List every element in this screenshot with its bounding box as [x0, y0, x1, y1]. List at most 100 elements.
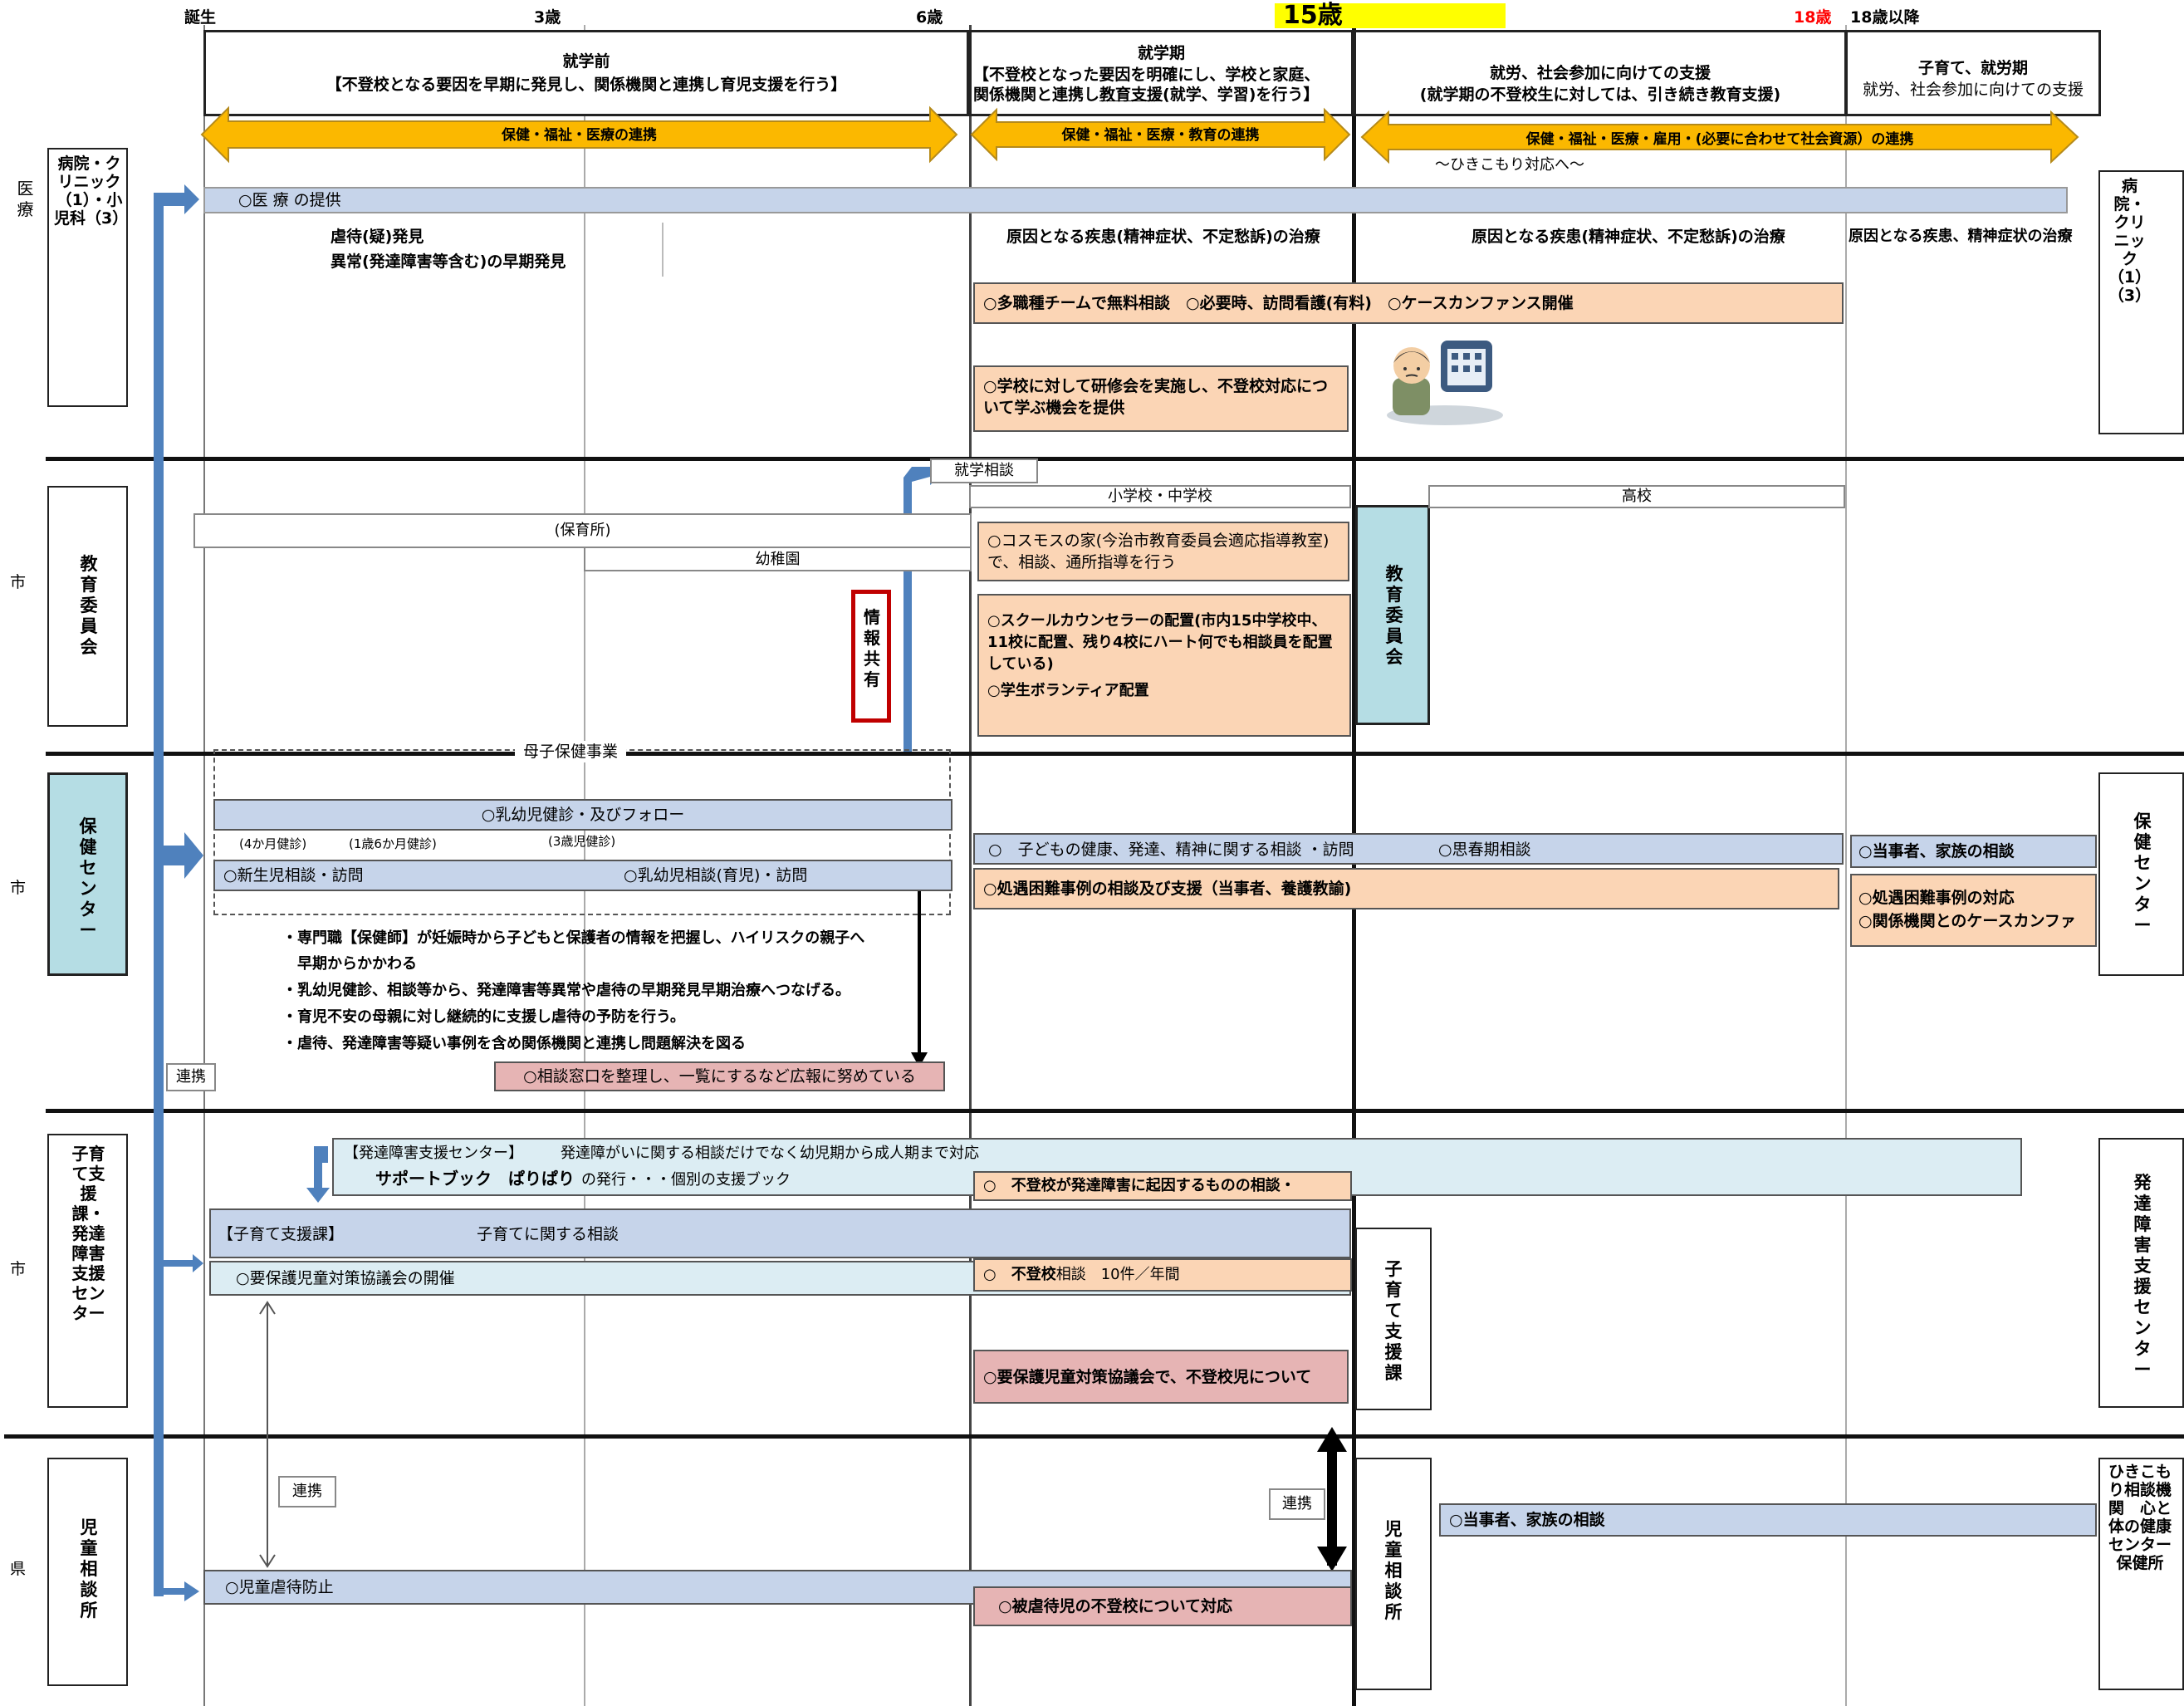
- education-high-bar: 高校: [1428, 485, 1845, 508]
- medical-cause-1: 原因となる疾患(精神症状、不定愁訴)の治療: [1006, 228, 1320, 246]
- row-side-label-prefecture: 県: [10, 1560, 27, 1578]
- org-label-medical: 病院・クリニック（1）・小児科（3）: [54, 154, 129, 228]
- prefecture-link-head-top: [1317, 1427, 1347, 1452]
- dev-absent-b: 不登校: [1011, 1266, 1056, 1283]
- dev-council2-box: ○要保護児童対策協議会で、不登校児について: [973, 1350, 1349, 1404]
- health-checkup-3y: (3歳児健診): [548, 834, 616, 849]
- pref-prevent-text: ○児童虐待防止: [225, 1578, 334, 1596]
- health-note-2: 早期からかかわる: [282, 955, 417, 973]
- medical-training-box: ○学校に対して研修会を実施し、不登校対応について学ぶ機会を提供: [973, 365, 1349, 432]
- health-child-text: ○ 子どもの健康、発達、精神に関する相談 ・訪問: [988, 841, 1354, 859]
- org-box-health-right: 保健センター: [2098, 772, 2184, 976]
- row-side-label-medical: 医療: [17, 179, 34, 219]
- org-label-development: 子育て支援課・発達障害支援センター: [71, 1144, 105, 1323]
- health-note-4: ・育児不安の母親に対し継続的に支援し虐待の予防を行う。: [282, 1008, 685, 1026]
- health-checkup-text: ○乳幼児健診・及びフォロー: [481, 806, 685, 824]
- medical-abuse-1: 虐待(疑)発見: [331, 228, 424, 246]
- medical-cause-2: 原因となる疾患(精神症状、不定愁訴)の治療: [1472, 228, 1785, 246]
- pref-link-text-1: 連携: [292, 1483, 322, 1500]
- org-box-development-mid: 子育て支援課: [1355, 1228, 1432, 1410]
- dev-cause-text: ○ 不登校が発達障害に起因するものの相談・: [983, 1177, 1295, 1194]
- health-checkup-1y6m: (1歳6か月健診): [349, 836, 437, 851]
- health-infant-text: ○乳幼児相談(育児)・訪問: [624, 866, 808, 885]
- education-nursery-bar: (保育所): [193, 513, 972, 548]
- medical-provide-text: ○医 療 の提供: [238, 191, 341, 209]
- pref-family-bar: ○当事者、家族の相談: [1439, 1503, 2097, 1537]
- info-share-text: 情報共有: [864, 607, 880, 689]
- maternal-program-label: 母子保健事業: [515, 741, 627, 762]
- dev-absent-line: ○ 不登校相談 10件／年間: [983, 1264, 1180, 1286]
- dev-book-name: サポートブック ぱりぱり: [375, 1169, 575, 1189]
- health-difficult2-box: ○処遇困難事例の対応 ○関係機関とのケースカンファ: [1850, 874, 2097, 947]
- org-label-development-right: 発達障害支援センター: [2133, 1173, 2152, 1380]
- health-checkup-bar: ○乳幼児健診・及びフォロー: [213, 799, 952, 831]
- education-high-text: 高校: [1622, 488, 1652, 505]
- connector-arrow-development: [164, 1254, 203, 1272]
- health-case-text: ○関係機関とのケースカンファ: [1858, 912, 2076, 930]
- education-counselor-box: ○スクールカウンセラーの配置(市内15中学校中、11校に配置、残り4校にハート何…: [977, 594, 1351, 737]
- org-label-health-right: 保健センター: [2133, 811, 2152, 935]
- health-window-box: ○相談窓口を整理し、一覧にするなど広報に努めている: [494, 1061, 945, 1091]
- org-box-education-mid: 教育委員会: [1355, 505, 1430, 725]
- org-box-development-right: 発達障害支援センター: [2098, 1138, 2184, 1408]
- dev-cause-box: ○ 不登校が発達障害に起因するものの相談・: [973, 1171, 1352, 1201]
- org-label-medical-right: 病院・クリニック（1）（3）: [2108, 177, 2152, 305]
- health-puberty-text: ○思春期相談: [1438, 841, 1531, 859]
- child-link-line: [267, 1304, 268, 1566]
- info-share-box: 情報共有: [851, 590, 891, 723]
- row-side-label-development: 市: [10, 1260, 27, 1278]
- education-cosmos-text: ○コスモスの家(今治市教育委員会適応指導教室)で、相談、通所指導を行う: [987, 532, 1329, 571]
- dev-book-desc: の発行・・・個別の支援ブック: [581, 1171, 791, 1189]
- education-consult-text: 就学相談: [954, 462, 1014, 479]
- org-box-development: 子育て支援課・発達障害支援センター: [47, 1134, 128, 1408]
- org-label-prefecture-mid: 児童相談所: [1384, 1519, 1403, 1622]
- health-family-text: ○当事者、家族の相談: [1858, 842, 2015, 860]
- row-side-label-education: 市: [10, 573, 27, 591]
- dev-center-text: 【発達障害支援センター】 発達障がいに関する相談だけでなく幼児期から成人期まで対…: [344, 1145, 979, 1162]
- health-child-bar: ○ 子どもの健康、発達、精神に関する相談 ・訪問 ○思春期相談: [973, 833, 1844, 865]
- dev-absent-a: ○: [983, 1266, 1011, 1283]
- dev-council2-text: ○要保護児童対策協議会で、不登校児について: [983, 1368, 1312, 1386]
- education-kinder-bar: 幼稚園: [584, 547, 972, 571]
- info-share-arrow: [903, 458, 945, 752]
- pref-abused-text: ○被虐待児の不登校について対応: [998, 1597, 1233, 1615]
- dev-absent-c: 相談 10件／年間: [1055, 1266, 1180, 1283]
- education-elem-text: 小学校・中学校: [1108, 488, 1212, 505]
- pref-link-text-2: 連携: [1282, 1495, 1312, 1512]
- education-counselor-text-2: ○学生ボランティア配置: [987, 682, 1149, 699]
- education-consult-tab[interactable]: 就学相談: [930, 458, 1038, 483]
- dev-absent-box: ○ 不登校相談 10件／年間: [973, 1258, 1352, 1292]
- dev-book-line: サポートブック ぱりぱり の発行・・・個別の支援ブック: [375, 1168, 791, 1191]
- org-box-health: 保健センター: [47, 772, 128, 976]
- pref-link-tag-2: 連携: [1269, 1488, 1325, 1520]
- health-newborn-bar: ○新生児相談・訪問 ○乳幼児相談(育児)・訪問: [213, 860, 952, 891]
- org-box-education: 教育委員会: [47, 486, 128, 727]
- education-counselor-text-1: ○スクールカウンセラーの配置(市内15中学校中、11校に配置、残り4校にハート何…: [987, 612, 1333, 673]
- connector-vertical: [154, 193, 164, 1596]
- medical-divider: [662, 223, 664, 277]
- health-window-text: ○相談窓口を整理し、一覧にするなど広報に努めている: [523, 1067, 916, 1086]
- medical-team-box: ○多職種チームで無料相談 ○必要時、訪問看護(有料) ○ケースカンファンス開催: [973, 282, 1844, 324]
- health-difficult-box: ○処遇困難事例の相談及び支援（当事者、養護教諭): [973, 868, 1839, 909]
- hikikomori-illustration: [1387, 341, 1503, 425]
- org-box-prefecture: 児童相談所: [47, 1458, 128, 1686]
- health-link-text: 連携: [176, 1068, 206, 1086]
- pref-family-text: ○当事者、家族の相談: [1449, 1511, 1605, 1529]
- health-newborn-text: ○新生児相談・訪問: [223, 866, 364, 885]
- dev-council-text: ○要保護児童対策協議会の開催: [236, 1269, 455, 1287]
- health-checkup-4m: (4か月健診): [239, 836, 307, 851]
- education-elem-bar: 小学校・中学校: [969, 485, 1351, 508]
- dev-support-bar: 【子育て支援課】 子育てに関する相談: [209, 1208, 1351, 1258]
- dev-support-desc: 子育てに関する相談: [477, 1225, 619, 1243]
- medical-provide-bar: ○医 療 の提供: [203, 187, 2068, 213]
- health-difficult-text: ○処遇困難事例の相談及び支援（当事者、養護教諭): [983, 880, 1352, 898]
- org-label-education: 教育委員会: [80, 554, 98, 657]
- health-note-5: ・虐待、発達障害等疑い事例を含め関係機関と連携し問題解決を図る: [282, 1035, 746, 1052]
- dev-support-section: 【子育て支援課】: [218, 1225, 345, 1243]
- pref-link-tag-1: 連携: [278, 1476, 336, 1507]
- org-label-prefecture-right: ひきこもり相談機関 心と体の健康センター 保健所: [2108, 1463, 2184, 1572]
- health-note-3: ・乳幼児健診、相談等から、発達障害等異常や虐待の早期発見早期治療へつなげる。: [282, 982, 850, 999]
- health-family-bar: ○当事者、家族の相談: [1850, 835, 2097, 868]
- dev-center-arrow: [306, 1146, 330, 1203]
- org-box-medical: 病院・クリニック（1）・小児科（3）: [47, 148, 128, 407]
